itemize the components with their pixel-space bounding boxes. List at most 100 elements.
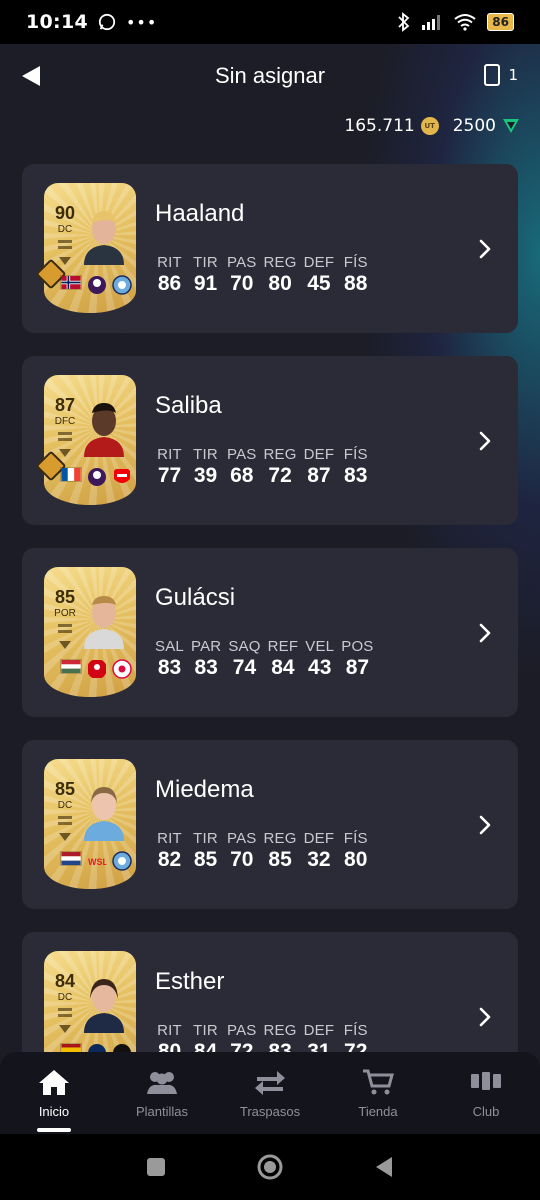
stat-label: SAQ bbox=[228, 638, 261, 655]
stat-value: 91 bbox=[193, 272, 218, 295]
player-card-image: 90 DC bbox=[35, 183, 136, 313]
stat-value: 32 bbox=[307, 848, 331, 871]
system-navigation-bar bbox=[0, 1134, 540, 1200]
stat-value: 68 bbox=[230, 464, 254, 487]
player-row[interactable]: 85 DC WSL Miedema RIT 82 TIR 85 PAS 70 R… bbox=[22, 740, 518, 909]
flag-france-icon bbox=[60, 467, 82, 482]
nav-label: Club bbox=[472, 1104, 500, 1119]
player-position: DC bbox=[57, 992, 73, 1003]
currency-bar: 165.711 UT 2500 bbox=[344, 116, 520, 136]
stat-value: 83 bbox=[194, 656, 218, 679]
stat-value: 82 bbox=[157, 848, 182, 871]
nav-inicio[interactable]: Inicio bbox=[0, 1052, 108, 1134]
coin-icon: UT bbox=[420, 117, 439, 135]
club-icon bbox=[471, 1072, 501, 1090]
player-position: DFC bbox=[54, 416, 76, 427]
flag-norway-icon bbox=[60, 275, 82, 290]
player-rating: 85 bbox=[54, 779, 76, 799]
battery-indicator: 86 bbox=[487, 13, 514, 31]
nav-tienda[interactable]: Tienda bbox=[324, 1052, 432, 1134]
player-rating: 87 bbox=[54, 395, 76, 415]
player-row[interactable]: 87 DFC Saliba RIT 77 TIR 39 PAS 68 REG 7… bbox=[22, 356, 518, 525]
player-row[interactable]: 90 DC Haaland RIT 86 TIR 91 PAS 70 REG 8… bbox=[22, 164, 518, 333]
player-portrait bbox=[84, 403, 124, 457]
stat-label: RIT bbox=[157, 254, 182, 271]
player-portrait bbox=[84, 596, 124, 649]
player-name: Gulácsi bbox=[155, 584, 236, 611]
player-badges bbox=[50, 275, 132, 295]
stat-value: 88 bbox=[344, 272, 368, 295]
stat-label: TIR bbox=[193, 1022, 218, 1039]
back-arrow-icon[interactable] bbox=[20, 64, 42, 88]
stat-label: DEF bbox=[303, 254, 335, 271]
stat-label: RIT bbox=[157, 446, 182, 463]
nav-traspasos[interactable]: Traspasos bbox=[216, 1052, 324, 1134]
squad-icon bbox=[147, 1072, 177, 1094]
stat-label: FÍS bbox=[343, 254, 368, 271]
whatsapp-icon bbox=[98, 13, 116, 31]
back-system-icon[interactable] bbox=[374, 1156, 394, 1178]
stat-label: REF bbox=[267, 638, 299, 655]
rb-leipzig-crest-icon bbox=[112, 659, 132, 679]
stat-label: PAR bbox=[191, 638, 222, 655]
stat-value: 84 bbox=[271, 656, 295, 679]
chevron-right-icon[interactable] bbox=[478, 814, 492, 836]
chevron-right-icon[interactable] bbox=[478, 430, 492, 452]
nav-club[interactable]: Club bbox=[432, 1052, 540, 1134]
player-stats: RIT 77 TIR 39 PAS 68 REG 72 DEF 87 FÍS 83 bbox=[155, 446, 370, 488]
nav-label: Plantillas bbox=[135, 1104, 189, 1119]
nav-plantillas[interactable]: Plantillas bbox=[108, 1052, 216, 1134]
wifi-icon bbox=[454, 14, 476, 31]
stat-label: TIR bbox=[193, 446, 218, 463]
premier-league-icon bbox=[88, 276, 106, 294]
stat-value: 86 bbox=[157, 272, 182, 295]
player-portrait bbox=[84, 979, 124, 1033]
player-position: POR bbox=[54, 608, 76, 619]
chevron-right-icon[interactable] bbox=[478, 622, 492, 644]
player-name: Miedema bbox=[155, 776, 254, 803]
stat-label: TIR bbox=[193, 254, 218, 271]
player-badges: WSL bbox=[50, 851, 132, 871]
player-name: Haaland bbox=[155, 200, 245, 227]
page-title: Sin asignar bbox=[214, 63, 326, 88]
player-position: DC bbox=[57, 800, 73, 811]
stat-value: 45 bbox=[307, 272, 331, 295]
pack-icon bbox=[484, 64, 501, 86]
man-city-crest-icon bbox=[112, 275, 132, 295]
stat-value: 39 bbox=[193, 464, 218, 487]
player-row[interactable]: 85 POR Gulácsi SAL 83 PAR 83 SAQ 74 REF … bbox=[22, 548, 518, 717]
stat-label: FÍS bbox=[343, 446, 368, 463]
recents-icon[interactable] bbox=[146, 1157, 166, 1177]
player-badges bbox=[50, 659, 132, 679]
player-card-image: 85 DC WSL bbox=[44, 759, 136, 889]
status-bar: 10:14 ••• 86 bbox=[0, 0, 540, 44]
packs-count: 1 bbox=[508, 66, 518, 84]
stat-value: 80 bbox=[268, 272, 292, 295]
nav-label: Traspasos bbox=[239, 1104, 301, 1119]
stat-label: DEF bbox=[303, 1022, 335, 1039]
player-card-image: 85 POR bbox=[44, 567, 136, 697]
arsenal-crest-icon bbox=[114, 469, 130, 483]
flag-hungary-icon bbox=[60, 659, 82, 674]
stat-value: 87 bbox=[345, 656, 370, 679]
chevron-right-icon[interactable] bbox=[478, 1006, 492, 1028]
bluetooth-icon bbox=[398, 12, 410, 32]
player-rating: 85 bbox=[54, 587, 76, 607]
home-system-icon[interactable] bbox=[256, 1153, 284, 1181]
packs-counter[interactable]: 1 bbox=[484, 64, 518, 86]
points-amount: 2500 bbox=[452, 116, 496, 136]
premier-league-icon bbox=[88, 468, 106, 486]
stat-value: 87 bbox=[307, 464, 331, 487]
stat-label: SAL bbox=[155, 638, 184, 655]
stat-value: 70 bbox=[230, 848, 254, 871]
player-portrait bbox=[84, 787, 124, 841]
player-card-image: 87 DFC bbox=[35, 375, 136, 505]
chevron-right-icon[interactable] bbox=[478, 238, 492, 260]
signal-icon bbox=[422, 15, 441, 30]
stat-value: 70 bbox=[230, 272, 254, 295]
player-rating: 90 bbox=[54, 203, 76, 223]
stat-label: DEF bbox=[303, 830, 335, 847]
stat-label: PAS bbox=[227, 1022, 257, 1039]
stat-label: PAS bbox=[227, 254, 257, 271]
stat-label: RIT bbox=[157, 830, 182, 847]
